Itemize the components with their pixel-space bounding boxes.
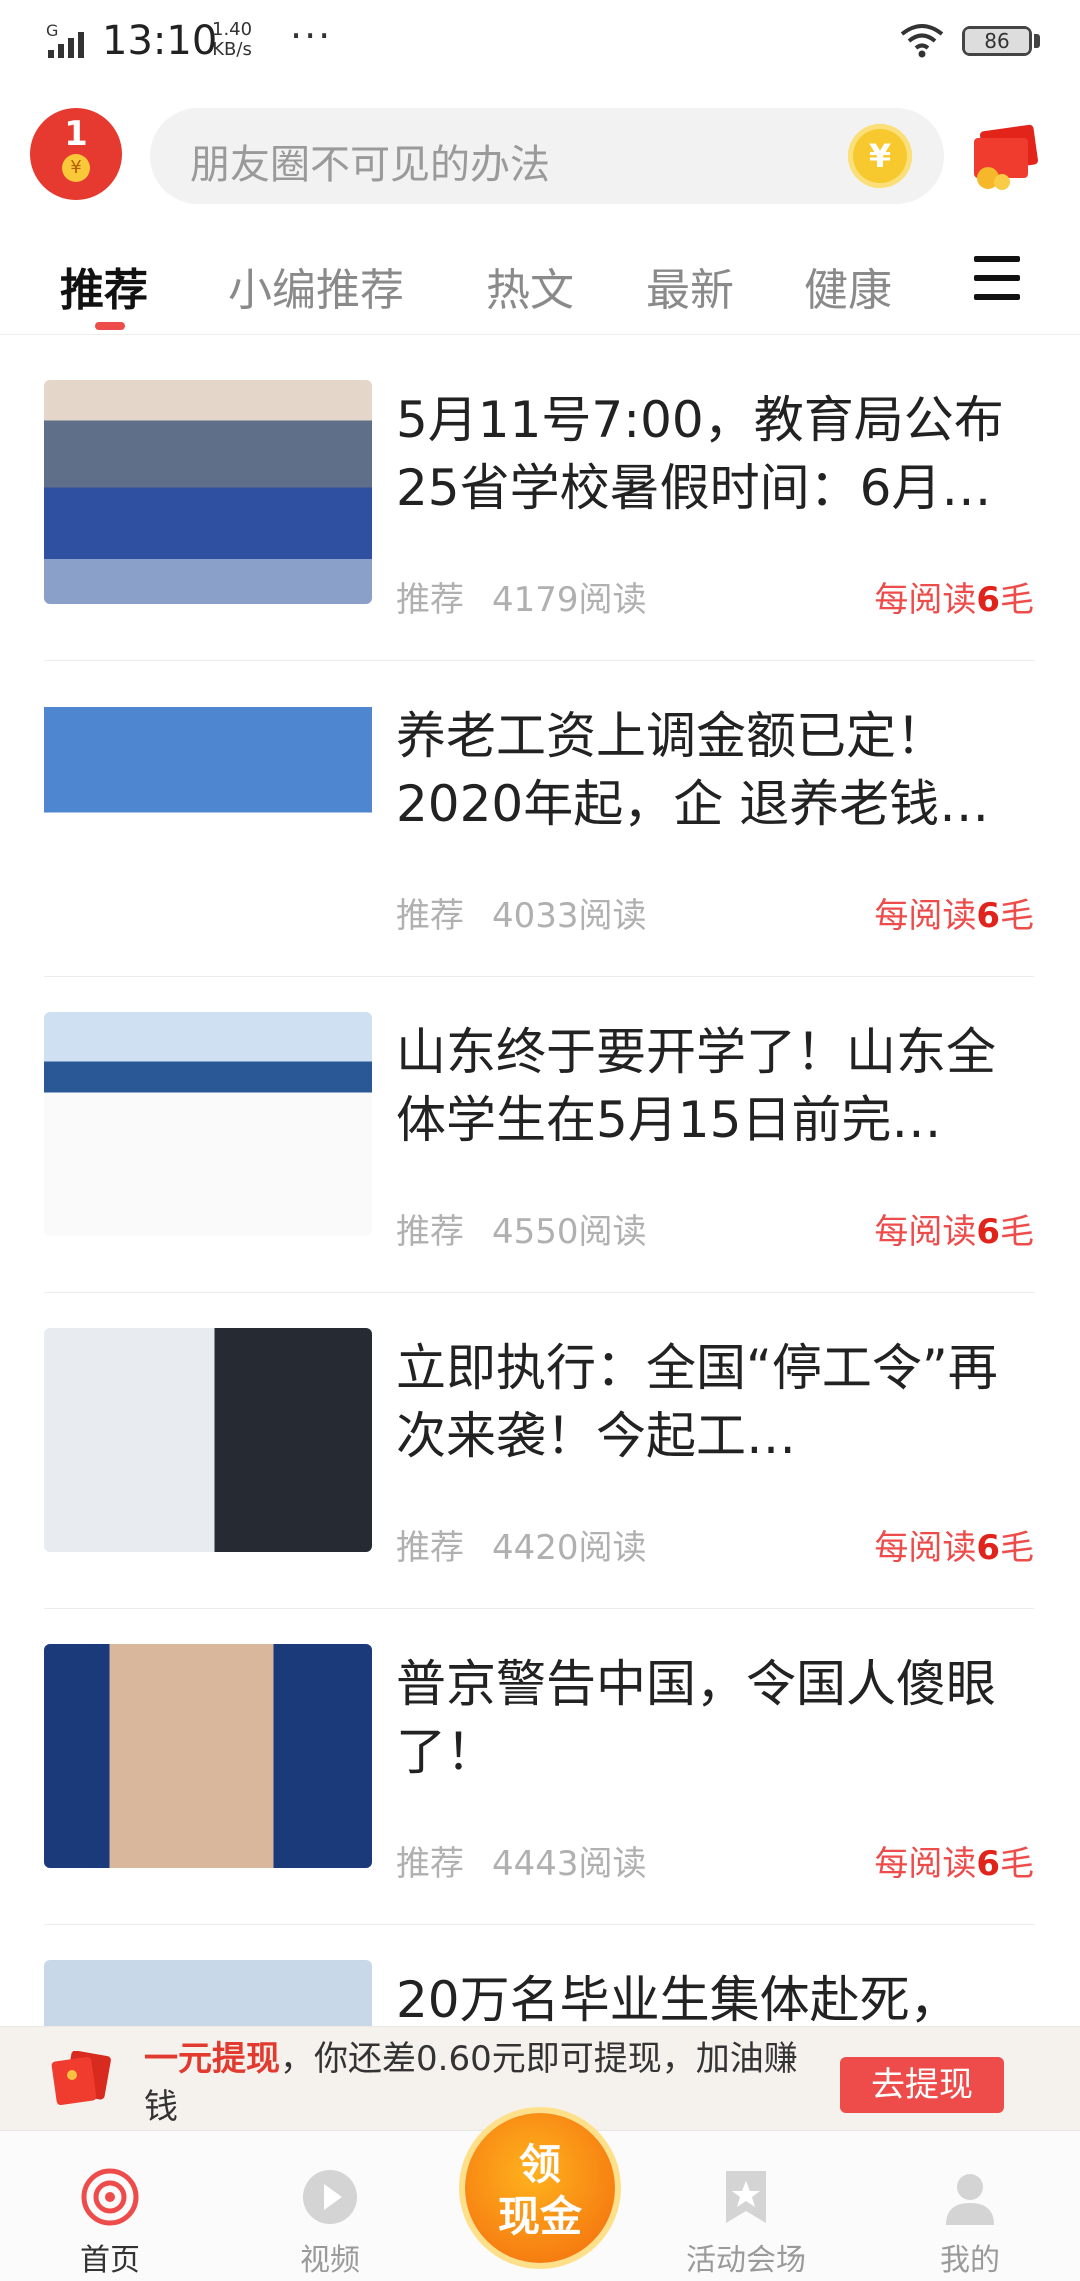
- article-title[interactable]: 立即执行：全国“停工令”再次来袭！今起工…: [396, 1334, 1036, 1470]
- claim-cash-button[interactable]: 领 现金: [465, 2113, 615, 2263]
- article-meta: 推荐 4550阅读: [396, 1204, 647, 1253]
- article-card[interactable]: 养老工资上调金额已定！2020年起，企 退养老钱… 推荐 4033阅读 每阅读6毛: [44, 660, 1034, 977]
- article-title[interactable]: 山东终于要开学了！山东全体学生在5月15日前完…: [396, 1018, 1036, 1154]
- claim-cash-bottom: 现金: [497, 2192, 582, 2241]
- reward-label: 每阅读6毛: [874, 572, 1034, 621]
- reward-amount: 6: [976, 896, 1000, 936]
- nav-video[interactable]: 视频: [250, 2137, 410, 2278]
- network-type: G: [46, 22, 58, 40]
- reward-amount: 6: [976, 1212, 1000, 1252]
- battery-level: 86: [965, 29, 1029, 53]
- battery-icon: 86: [962, 26, 1032, 56]
- article-tag: 推荐: [396, 580, 464, 620]
- reward-suffix: 毛: [1000, 580, 1034, 620]
- coin-icon[interactable]: ¥: [848, 124, 912, 188]
- article-meta: 推荐 4420阅读: [396, 1520, 647, 1569]
- reward-suffix: 毛: [1000, 896, 1034, 936]
- article-card[interactable]: 普京警告中国，令国人傻眼了！ 推荐 4443阅读 每阅读6毛: [44, 1608, 1034, 1925]
- article-tag: 推荐: [396, 1528, 464, 1568]
- user-icon: [946, 2174, 994, 2225]
- battery-cap: [1034, 34, 1040, 48]
- article-thumbnail[interactable]: [44, 1012, 372, 1236]
- withdraw-message: 一元提现，你还差0.60元即可提现，加油赚钱: [144, 2035, 824, 2131]
- reward-label: 每阅读6毛: [874, 1836, 1034, 1885]
- status-bar: G 13:10 1.40 KB/s ··· 86: [0, 0, 1080, 84]
- article-reads: 4179阅读: [492, 580, 647, 620]
- article-meta: 推荐 4179阅读: [396, 572, 647, 621]
- search-placeholder: 朋友圈不可见的办法: [190, 142, 550, 188]
- article-card[interactable]: 立即执行：全国“停工令”再次来袭！今起工… 推荐 4420阅读 每阅读6毛: [44, 1292, 1034, 1609]
- reward-prefix: 每阅读: [874, 1528, 977, 1568]
- reward-label: 每阅读6毛: [874, 888, 1034, 937]
- article-tag: 推荐: [396, 1212, 464, 1252]
- article-title[interactable]: 普京警告中国，令国人傻眼了！: [396, 1650, 1036, 1786]
- red-packet-button[interactable]: 1 ¥: [30, 108, 122, 200]
- more-notifications-icon: ···: [290, 14, 333, 58]
- reward-suffix: 毛: [1000, 1212, 1034, 1252]
- article-card[interactable]: 山东终于要开学了！山东全体学生在5月15日前完… 推荐 4550阅读 每阅读6毛: [44, 976, 1034, 1293]
- speed-value: 1.40: [212, 19, 253, 40]
- article-tag: 推荐: [396, 896, 464, 936]
- article-meta: 推荐 4443阅读: [396, 1836, 647, 1885]
- search-bar[interactable]: 朋友圈不可见的办法 ¥: [150, 108, 944, 204]
- nav-mine[interactable]: 我的: [890, 2137, 1050, 2278]
- article-thumbnail[interactable]: [44, 1644, 372, 1868]
- speed-unit: KB/s: [212, 39, 252, 60]
- article-tag: 推荐: [396, 1844, 464, 1884]
- reward-prefix: 每阅读: [874, 580, 977, 620]
- withdraw-highlight: 一元提现: [144, 2039, 280, 2079]
- clock: 13:10: [102, 18, 218, 64]
- nav-home-label: 首页: [80, 2243, 140, 2278]
- nav-mine-label: 我的: [940, 2243, 1000, 2278]
- reward-amount: 6: [976, 1528, 1000, 1568]
- active-tab-indicator: [95, 322, 125, 330]
- article-reads: 4033阅读: [492, 896, 647, 936]
- home-icon: [81, 2168, 139, 2226]
- red-packet-count: 1: [64, 114, 88, 154]
- tab-recommend[interactable]: 推荐: [60, 254, 148, 318]
- article-thumbnail[interactable]: [44, 696, 372, 920]
- article-reads: 4420阅读: [492, 1528, 647, 1568]
- signal-icon: G: [46, 22, 84, 58]
- nav-activity-label: 活动会场: [686, 2243, 806, 2278]
- nav-activity[interactable]: 活动会场: [666, 2137, 826, 2278]
- wifi-icon: [900, 24, 944, 58]
- reward-prefix: 每阅读: [874, 1212, 977, 1252]
- reward-suffix: 毛: [1000, 1528, 1034, 1568]
- article-meta: 推荐 4033阅读: [396, 888, 647, 937]
- article-title[interactable]: 养老工资上调金额已定！2020年起，企 退养老钱…: [396, 702, 1036, 838]
- red-envelope-icon[interactable]: [968, 124, 1040, 190]
- withdraw-button[interactable]: 去提现: [840, 2057, 1004, 2113]
- bottom-nav: 首页 视频 领 现金 活动会场 我的: [0, 2113, 1080, 2281]
- category-tabs: 推荐 小编推荐 热文 最新 健康: [0, 230, 1080, 335]
- reward-amount: 6: [976, 1844, 1000, 1884]
- tab-hot[interactable]: 热文: [486, 254, 574, 318]
- nav-home[interactable]: 首页: [30, 2137, 190, 2278]
- reward-label: 每阅读6毛: [874, 1520, 1034, 1569]
- red-envelope-icon: [51, 2051, 111, 2106]
- tab-latest[interactable]: 最新: [646, 254, 734, 318]
- menu-icon[interactable]: [974, 256, 1020, 300]
- article-reads: 4443阅读: [492, 1844, 647, 1884]
- play-icon: [303, 2170, 357, 2224]
- reward-suffix: 毛: [1000, 1844, 1034, 1884]
- article-card[interactable]: 5月11号7:00，教育局公布25省学校暑假时间：6月… 推荐 4179阅读 每阅…: [44, 344, 1034, 661]
- reward-label: 每阅读6毛: [874, 1204, 1034, 1253]
- network-speed: 1.40 KB/s: [212, 20, 252, 60]
- reward-prefix: 每阅读: [874, 896, 977, 936]
- article-reads: 4550阅读: [492, 1212, 647, 1252]
- reward-amount: 6: [976, 580, 1000, 620]
- article-thumbnail[interactable]: [44, 1328, 372, 1552]
- reward-prefix: 每阅读: [874, 1844, 977, 1884]
- nav-video-label: 视频: [300, 2243, 360, 2278]
- article-thumbnail[interactable]: [44, 380, 372, 604]
- article-title[interactable]: 5月11号7:00，教育局公布25省学校暑假时间：6月…: [396, 386, 1036, 522]
- tab-health[interactable]: 健康: [804, 254, 892, 318]
- bookmark-star-icon: [726, 2171, 766, 2223]
- tab-editor-picks[interactable]: 小编推荐: [228, 254, 404, 318]
- yuan-coin-icon: ¥: [62, 154, 90, 182]
